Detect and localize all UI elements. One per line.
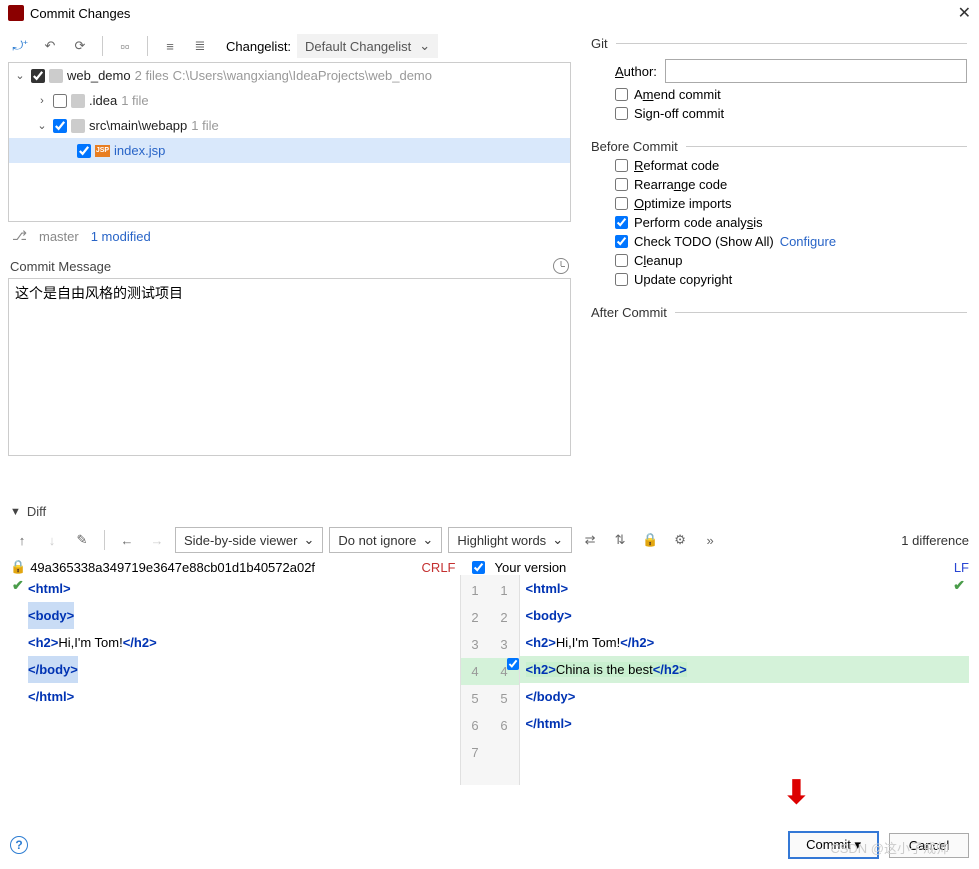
check-icon: ✔ [953,577,965,594]
reload-icon[interactable]: ⟳ [68,34,92,58]
right-revision: Your version [495,560,567,575]
tree-idea[interactable]: › .idea 1 file [9,88,570,113]
commit-message-input[interactable] [8,278,571,456]
copyright-checkbox[interactable] [615,273,628,286]
viewer-combo[interactable]: Side-by-side viewer⌄ [175,527,323,553]
undo-icon[interactable]: ↶ [38,34,62,58]
left-code[interactable]: ✔ <html> <body> <h2>Hi,I'm Tom!</h2> </b… [10,575,460,785]
prev-diff-icon[interactable]: ↑ [10,528,34,552]
help-icon[interactable]: ? [10,836,28,854]
settings-icon[interactable]: ⚙ [668,528,692,552]
file-checkbox[interactable] [77,144,91,158]
amend-checkbox[interactable] [615,88,628,101]
history-icon[interactable] [553,258,569,274]
branch-bar: ⎇ master 1 modified [8,222,571,250]
webapp-checkbox[interactable] [53,119,67,133]
next-diff-icon[interactable]: ↓ [40,528,64,552]
chevron-down-icon: ⌄ [422,532,433,548]
reformat-checkbox[interactable] [615,159,628,172]
line-gutter: 11 22 33 44 55 66 7 [460,575,520,785]
group-icon[interactable]: ▫▫ [113,34,137,58]
highlight-combo[interactable]: Highlight words⌄ [448,527,572,553]
check-icon: ✔ [12,577,24,594]
collapse-all-icon[interactable]: ≣ [188,34,212,58]
folder-icon [49,69,63,83]
collapse-unchanged-icon[interactable]: ⇄ [578,528,602,552]
commit-button[interactable]: Commit ▾ [788,831,879,859]
folder-icon [71,119,85,133]
forward-icon[interactable]: → [145,528,169,552]
rearrange-checkbox[interactable] [615,178,628,191]
diff-count: 1 difference [901,533,969,548]
root-checkbox[interactable] [31,69,45,83]
jump-to-source-icon[interactable]: ✎ [70,528,94,552]
idea-checkbox[interactable] [53,94,67,108]
chevron-down-icon: ⌄ [303,532,314,548]
tree-root[interactable]: ⌄ web_demo 2 files C:\Users\wangxiang\Id… [9,63,570,88]
window-title: Commit Changes [30,6,130,21]
author-label: Author: [615,64,657,79]
changes-tree[interactable]: ⌄ web_demo 2 files C:\Users\wangxiang\Id… [8,62,571,222]
author-input[interactable] [665,59,967,83]
analysis-checkbox[interactable] [615,216,628,229]
lock-icon: 🔒 [10,559,26,575]
chevron-down-icon[interactable]: ⌄ [13,69,27,82]
optimize-checkbox[interactable] [615,197,628,210]
tree-webapp[interactable]: ⌄ src\main\webapp 1 file [9,113,570,138]
cancel-button[interactable]: Cancel [889,833,969,858]
titlebar: Commit Changes ✕ [0,0,979,26]
right-encoding: LF [954,560,969,575]
todo-checkbox[interactable] [615,235,628,248]
app-icon [8,5,24,21]
left-encoding: CRLF [422,560,456,575]
tree-file-index[interactable]: JSP index.jsp [9,138,570,163]
changelist-combo[interactable]: Default Changelist ⌄ [297,34,438,58]
insert-line-checkbox[interactable] [507,658,519,670]
changes-toolbar: ⤾⁺ ↶ ⟳ ▫▫ ≡ ≣ Changelist: Default Change… [8,30,571,62]
ignore-combo[interactable]: Do not ignore⌄ [329,527,442,553]
diff-header[interactable]: ▼ Diff [0,496,979,523]
signoff-checkbox[interactable] [615,107,628,120]
branch-icon: ⎇ [12,228,27,244]
left-revision: 49a365338a349719e3647e88cb01d1b40572a02f [30,560,315,575]
close-icon[interactable]: ✕ [958,3,971,23]
before-commit-section: Before Commit Reformat code Rearrange co… [591,139,967,291]
more-icon[interactable]: » [698,528,722,552]
lock-icon[interactable]: 🔒 [638,528,662,552]
sync-scroll-icon[interactable]: ⇅ [608,528,632,552]
chevron-down-icon: ⌄ [419,38,430,54]
configure-link[interactable]: Configure [780,234,836,249]
diff-file-headers: 🔒 49a365338a349719e3647e88cb01d1b40572a0… [0,557,979,575]
left-apply-checkbox[interactable] [472,561,485,574]
chevron-down-icon[interactable]: ▼ [10,506,21,518]
diff-viewer[interactable]: ✔ <html> <body> <h2>Hi,I'm Tom!</h2> </b… [0,575,979,785]
after-commit-section: After Commit [591,305,967,320]
git-section: Git Author: Amend commit Sign-off commit [591,36,967,125]
chevron-down-icon[interactable]: ⌄ [35,119,49,132]
jsp-file-icon: JSP [95,145,110,157]
expand-all-icon[interactable]: ≡ [158,34,182,58]
bottom-bar: ? Commit ▾ Cancel [0,821,979,869]
changelist-label: Changelist: [226,39,291,54]
refresh-changes-icon[interactable]: ⤾⁺ [8,34,32,58]
modified-link[interactable]: 1 modified [91,229,151,244]
cleanup-checkbox[interactable] [615,254,628,267]
chevron-down-icon: ⌄ [552,532,563,548]
folder-icon [71,94,85,108]
chevron-right-icon[interactable]: › [35,95,49,107]
diff-toolbar: ↑ ↓ ✎ ← → Side-by-side viewer⌄ Do not ig… [0,523,979,557]
back-icon[interactable]: ← [115,528,139,552]
branch-name: master [39,229,79,244]
commit-message-header: Commit Message [8,250,571,278]
right-code[interactable]: ✔ <html> <body> <h2>Hi,I'm Tom!</h2> <h2… [520,575,970,785]
